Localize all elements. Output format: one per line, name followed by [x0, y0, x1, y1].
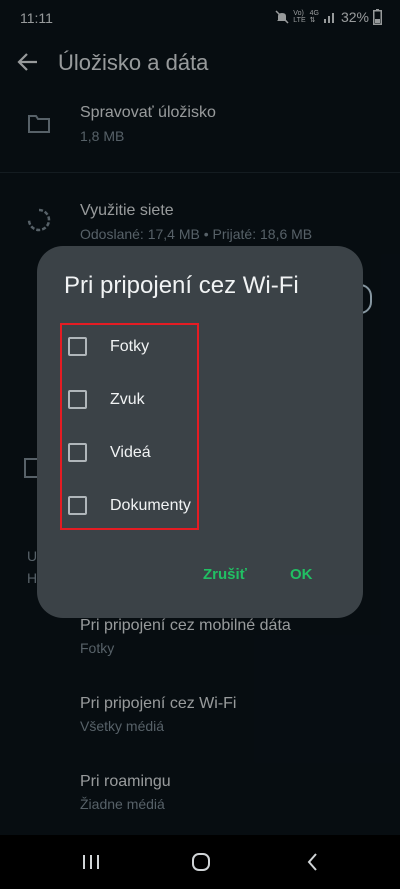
screen: 11:11 Vo) LTE 4G ⇅ 32% Úložisko a dáta S…	[0, 0, 400, 889]
dialog-title: Pri pripojení cez Wi-Fi	[64, 272, 299, 299]
option-label: Dokumenty	[110, 497, 191, 514]
option-audio[interactable]: Zvuk	[65, 385, 195, 415]
ok-button[interactable]: OK	[290, 566, 313, 583]
checkbox[interactable]	[68, 390, 87, 409]
home-icon[interactable]	[188, 850, 214, 874]
option-label: Videá	[110, 444, 151, 461]
checkbox[interactable]	[68, 496, 87, 515]
recent-apps-icon[interactable]	[78, 850, 104, 874]
option-label: Fotky	[110, 338, 150, 355]
checkbox[interactable]	[68, 337, 87, 356]
option-documents[interactable]: Dokumenty	[65, 491, 195, 521]
checkbox[interactable]	[68, 443, 87, 462]
cancel-button[interactable]: Zrušiť	[203, 566, 247, 583]
option-photos[interactable]: Fotky	[65, 332, 195, 362]
wifi-media-dialog: Pri pripojení cez Wi-Fi Fotky Zvuk Videá…	[37, 246, 363, 618]
option-label: Zvuk	[110, 391, 145, 408]
option-videos[interactable]: Videá	[65, 438, 195, 468]
back-nav-icon[interactable]	[300, 850, 326, 874]
system-nav-bar	[0, 835, 400, 889]
